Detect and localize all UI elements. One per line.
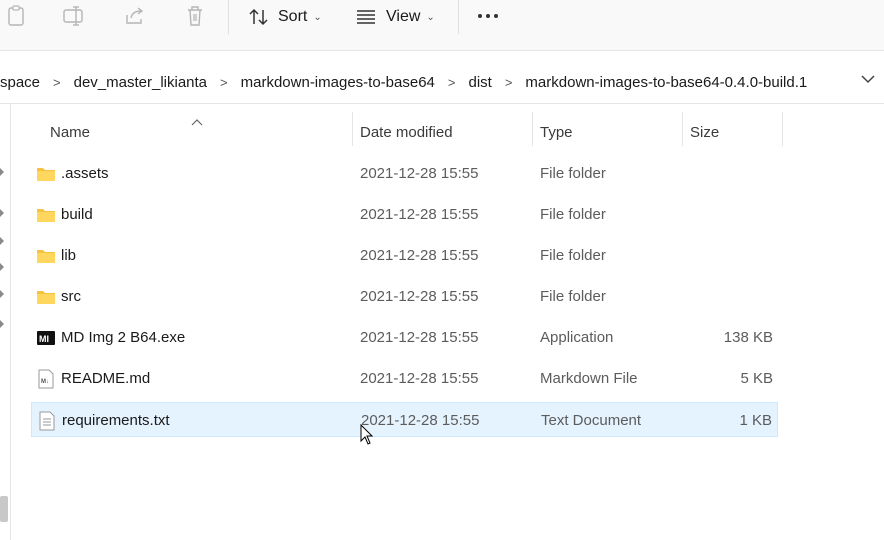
folder-icon	[36, 279, 56, 314]
file-name: lib	[61, 247, 77, 264]
column-divider[interactable]	[782, 112, 783, 146]
more-icon[interactable]	[476, 4, 500, 28]
file-date: 2021-12-28 15:55	[360, 165, 479, 182]
toolbar-divider	[458, 0, 459, 34]
file-row[interactable]: .assets 2021-12-28 15:55 File folder	[31, 156, 778, 191]
file-name: README.md	[61, 370, 151, 387]
breadcrumb-separator-icon[interactable]: >	[53, 75, 61, 90]
folder-icon	[36, 197, 56, 232]
breadcrumb-item[interactable]: dev_master_likianta	[74, 74, 207, 91]
file-size: 1 KB	[739, 412, 772, 429]
expand-arrow-icon[interactable]	[0, 290, 4, 298]
file-type: File folder	[540, 206, 606, 223]
app-icon: MI	[36, 320, 56, 355]
column-header-size[interactable]: Size	[690, 112, 719, 152]
sort-ascending-icon	[191, 113, 203, 126]
expand-arrow-icon[interactable]	[0, 209, 4, 217]
file-name: .assets	[61, 165, 109, 182]
paste-icon[interactable]	[4, 4, 28, 28]
breadcrumb-separator-icon[interactable]: >	[448, 75, 456, 90]
file-name: requirements.txt	[62, 412, 170, 429]
navigation-pane	[0, 104, 11, 540]
rename-icon[interactable]	[62, 4, 86, 28]
column-divider[interactable]	[682, 112, 683, 146]
file-type: File folder	[540, 288, 606, 305]
breadcrumb-separator-icon[interactable]: >	[220, 75, 228, 90]
file-size: 138 KB	[723, 329, 773, 346]
sort-icon	[248, 8, 270, 26]
file-row[interactable]: M↓ README.md 2021-12-28 15:55 Markdown F…	[31, 361, 778, 396]
address-bar[interactable]: space > dev_master_likianta > markdown-i…	[0, 51, 884, 104]
file-type: Text Document	[541, 412, 642, 429]
folder-icon	[36, 156, 56, 191]
file-row[interactable]: lib 2021-12-28 15:55 File folder	[31, 238, 778, 273]
toolbar-divider	[228, 0, 229, 34]
column-header-name[interactable]: Name	[50, 112, 90, 152]
view-label: View	[386, 8, 421, 25]
file-date: 2021-12-28 15:55	[360, 247, 479, 264]
file-name: MD Img 2 B64.exe	[61, 329, 186, 346]
chevron-down-icon[interactable]	[860, 71, 876, 87]
file-row[interactable]: MI MD Img 2 B64.exe 2021-12-28 15:55 App…	[31, 320, 778, 355]
breadcrumb-item-current[interactable]: markdown-images-to-base64-0.4.0-build.1	[525, 74, 807, 91]
file-type: Markdown File	[540, 370, 638, 387]
sort-button[interactable]: Sort ⌄	[248, 2, 322, 32]
breadcrumb-item[interactable]: markdown-images-to-base64	[241, 74, 435, 91]
delete-icon[interactable]	[183, 4, 207, 28]
file-row[interactable]: build 2021-12-28 15:55 File folder	[31, 197, 778, 232]
markdown-file-icon: M↓	[36, 361, 56, 396]
breadcrumb-item[interactable]: dist	[468, 74, 491, 91]
file-type: File folder	[540, 247, 606, 264]
file-name: build	[61, 206, 93, 223]
file-type: File folder	[540, 165, 606, 182]
expand-arrow-icon[interactable]	[0, 263, 4, 271]
mouse-cursor-icon	[360, 423, 374, 446]
breadcrumb: space > dev_master_likianta > markdown-i…	[0, 72, 807, 92]
column-divider[interactable]	[352, 112, 353, 146]
file-type: Application	[540, 329, 614, 346]
view-icon	[356, 9, 376, 25]
column-header-type[interactable]: Type	[540, 112, 573, 152]
svg-text:M↓: M↓	[41, 379, 49, 385]
share-icon[interactable]	[123, 4, 147, 28]
command-bar: Sort ⌄ View ⌄	[0, 0, 884, 51]
file-date: 2021-12-28 15:55	[360, 206, 479, 223]
file-date: 2021-12-28 15:55	[360, 329, 479, 346]
column-divider[interactable]	[532, 112, 533, 146]
text-file-icon	[37, 403, 57, 438]
chevron-down-icon: ⌄	[426, 11, 435, 23]
navigation-scrollbar[interactable]	[0, 496, 8, 522]
file-date: 2021-12-28 15:55	[360, 288, 479, 305]
svg-text:MI: MI	[39, 334, 49, 344]
chevron-down-icon: ⌄	[313, 11, 322, 23]
file-date: 2021-12-28 15:55	[361, 412, 480, 429]
expand-arrow-icon[interactable]	[0, 168, 4, 176]
file-name: src	[61, 288, 81, 305]
file-date: 2021-12-28 15:55	[360, 370, 479, 387]
column-header-date[interactable]: Date modified	[360, 112, 453, 152]
sort-label: Sort	[278, 8, 308, 25]
breadcrumb-item[interactable]: space	[0, 74, 40, 91]
view-button[interactable]: View ⌄	[356, 2, 435, 32]
file-size: 5 KB	[740, 370, 773, 387]
file-row[interactable]: src 2021-12-28 15:55 File folder	[31, 279, 778, 314]
expand-arrow-icon[interactable]	[0, 320, 4, 328]
file-row-selected[interactable]: requirements.txt 2021-12-28 15:55 Text D…	[31, 402, 778, 437]
folder-icon	[36, 238, 56, 273]
expand-arrow-icon[interactable]	[0, 237, 4, 245]
breadcrumb-separator-icon[interactable]: >	[505, 75, 513, 90]
